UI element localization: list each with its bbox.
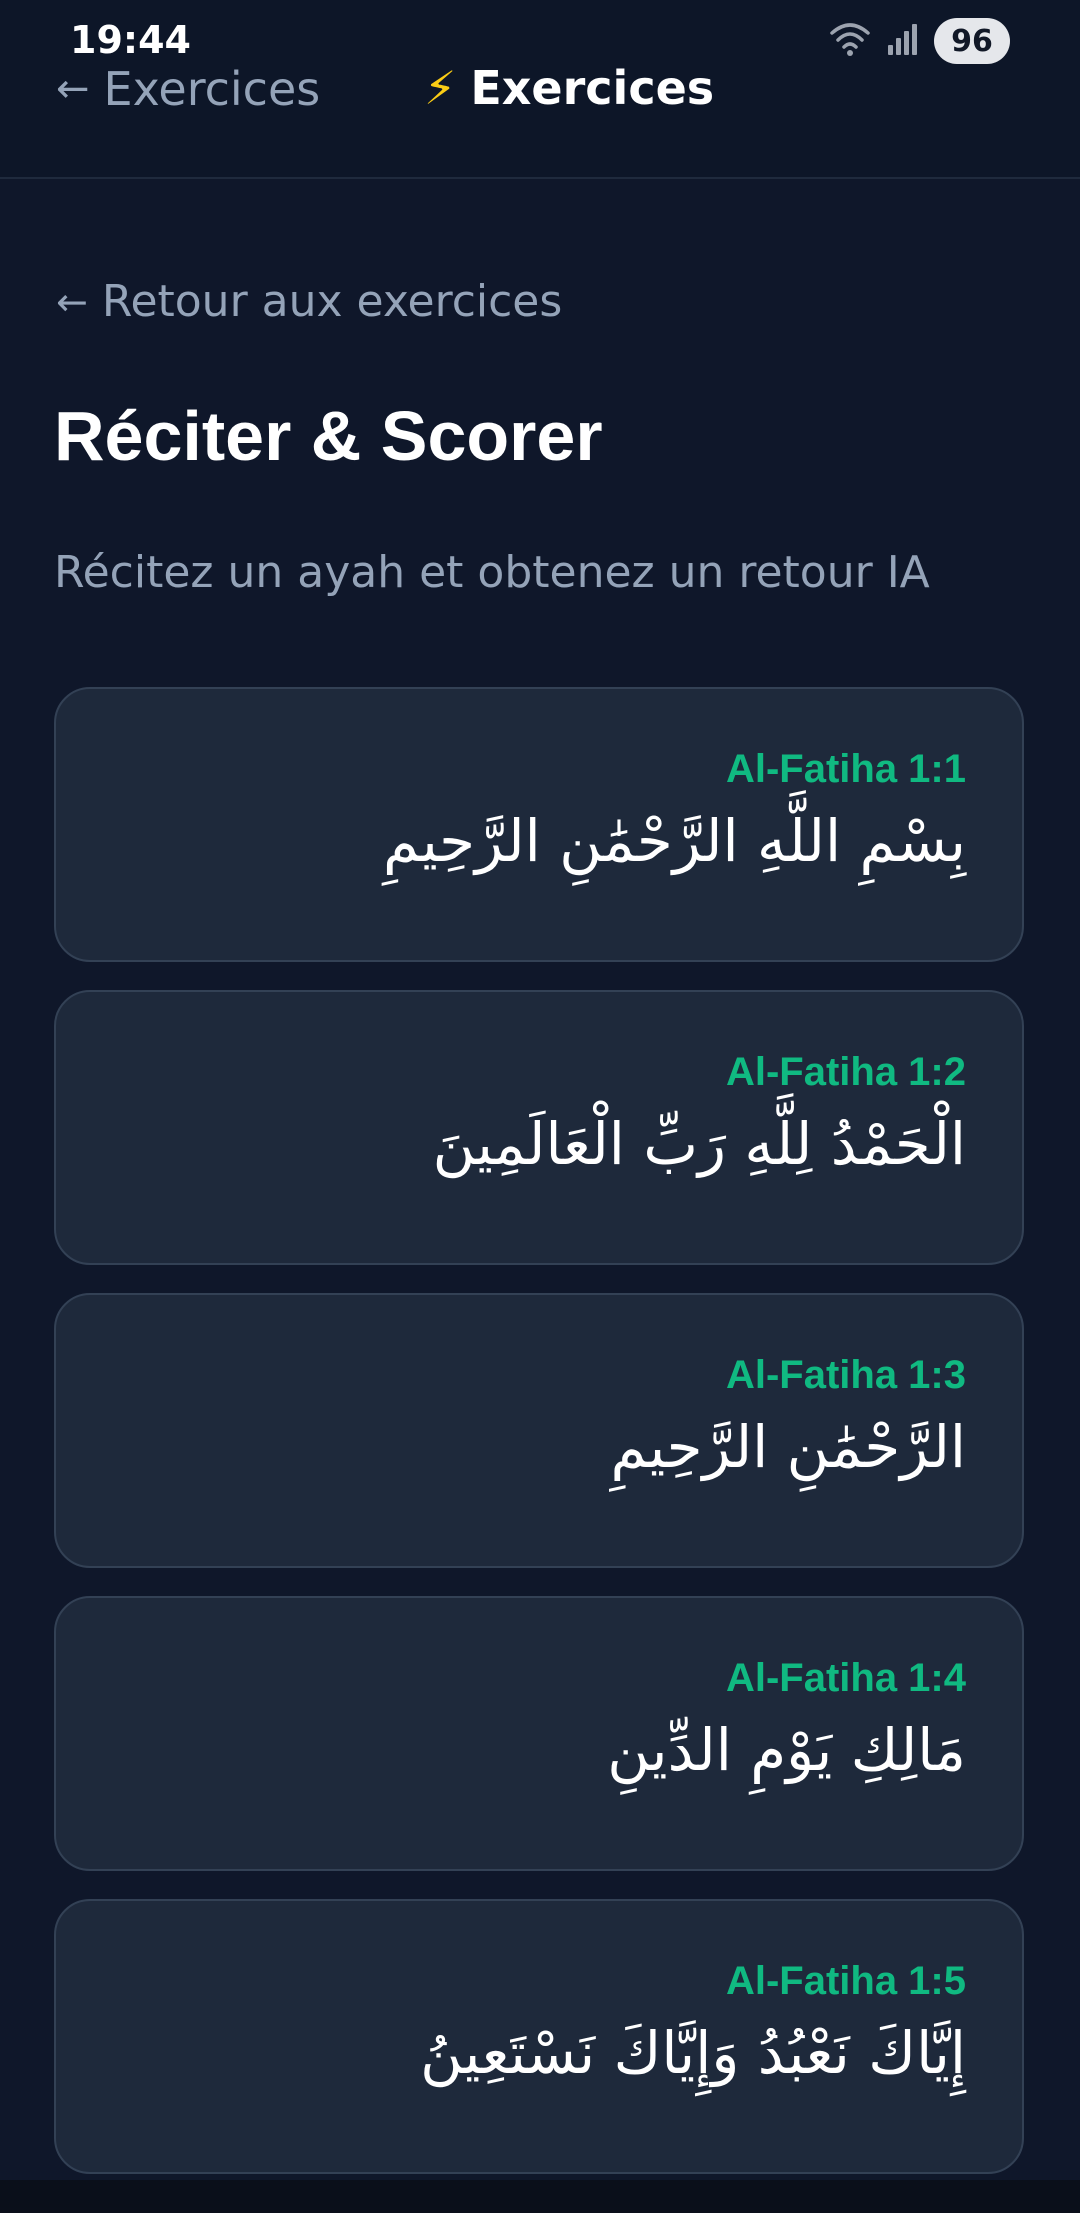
nav-title: ⚡ Exercices [424,60,714,116]
nav-back-label: Exercices [103,62,321,116]
ayah-text: بِسْمِ اللَّهِ الرَّحْمَٰنِ الرَّحِيمِ [383,807,966,875]
ayah-card[interactable]: Al-Fatiha 1:2 الْحَمْدُ لِلَّهِ رَبِّ ال… [54,990,1024,1265]
ayah-card[interactable]: Al-Fatiha 1:5 إِيَّاكَ نَعْبُدُ وَإِيَّا… [54,1899,1024,2174]
wifi-icon [828,19,872,63]
back-arrow-icon: ← [56,280,88,324]
ayah-text: الْحَمْدُ لِلَّهِ رَبِّ الْعَالَمِينَ [432,1110,966,1178]
ayah-reference: Al-Fatiha 1:2 [725,1050,966,1094]
ayah-text: إِيَّاكَ نَعْبُدُ وَإِيَّاكَ نَسْتَعِينُ [420,2019,966,2087]
page-subtitle: Récitez un ayah et obtenez un retour IA [54,547,930,598]
ayah-card[interactable]: Al-Fatiha 1:1 بِسْمِ اللَّهِ الرَّحْمَٰن… [54,687,1024,962]
signal-icon [886,21,920,61]
nav-title-text: Exercices [470,61,715,115]
ayah-reference: Al-Fatiha 1:4 [725,1656,966,1700]
back-link-label: Retour aux exercices [101,276,563,327]
ayah-card[interactable]: Al-Fatiha 1:4 مَالِكِ يَوْمِ الدِّينِ [54,1596,1024,1871]
ayah-reference: Al-Fatiha 1:1 [725,747,966,791]
back-arrow-icon: ← [56,66,90,112]
lightning-icon: ⚡ [424,61,457,115]
top-bar: 19:44 96 ← Exercices ⚡ Exercices [0,0,1080,179]
ayah-reference: Al-Fatiha 1:3 [725,1353,966,1397]
ayah-text: الرَّحْمَٰنِ الرَّحِيمِ [610,1413,966,1481]
status-icons: 96 [828,18,1010,64]
ayah-card[interactable]: Al-Fatiha 1:3 الرَّحْمَٰنِ الرَّحِيمِ [54,1293,1024,1568]
page-title: Réciter & Scorer [54,397,603,475]
back-to-exercises-link[interactable]: ← Retour aux exercices [56,274,562,330]
battery-indicator: 96 [934,18,1010,64]
bottom-navigation-strip [0,2180,1080,2213]
ayah-text: مَالِكِ يَوْمِ الدِّينِ [607,1716,966,1784]
ayah-list: Al-Fatiha 1:1 بِسْمِ اللَّهِ الرَّحْمَٰن… [54,687,1024,2202]
ayah-reference: Al-Fatiha 1:5 [725,1959,966,2003]
nav-back-button[interactable]: ← Exercices [56,62,320,116]
status-time: 19:44 [70,18,191,62]
